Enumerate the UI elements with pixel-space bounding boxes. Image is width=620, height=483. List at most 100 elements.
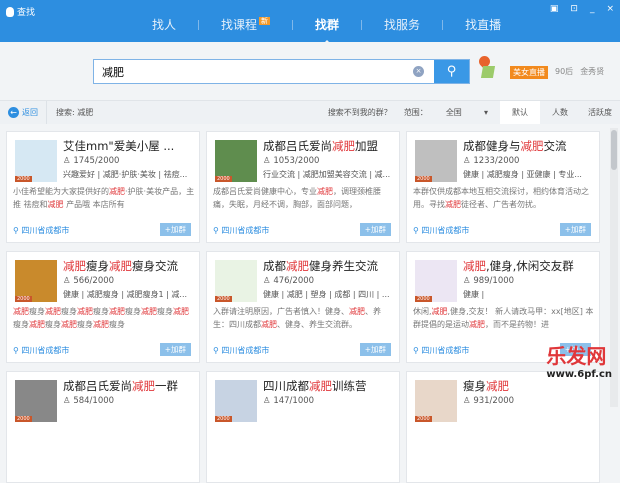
group-avatar[interactable]: 2000 [15,260,57,302]
keyword-highlight: 减肥 [141,307,157,316]
group-avatar[interactable]: 2000 [415,260,457,302]
group-card[interactable]: 2000 瘦身减肥 ♙ 931/2000 [406,371,600,483]
scrollbar-thumb[interactable] [611,130,617,170]
group-title[interactable]: 成都减肥健身养生交流 [263,258,398,274]
member-count: ♙ 1053/2000 [263,156,319,166]
keyword-highlight: 减肥 [132,379,155,393]
back-button[interactable]: ← 返回 [0,101,47,124]
location-text: 四川省成都市 [21,226,70,235]
new-badge: 新 [259,17,271,25]
keyword-highlight: 减肥 [109,187,125,196]
group-card[interactable]: 2000 成都健身与减肥交流 ♙ 1233/2000 健康 | 减肥瘦身 | 亚… [406,131,600,243]
group-card[interactable]: 2000 成都吕氏爱尚减肥加盟 ♙ 1053/2000 行业交流 | 减肥加盟美… [206,131,400,243]
tab-find-course[interactable]: 找课程新 [199,16,292,33]
location-text: 四川省成都市 [421,226,470,235]
search-button[interactable]: ⚲ [434,60,469,83]
search-query: 搜索: 减肥 [56,108,94,117]
watermark: 乐发网 www.6pf.cn [546,340,612,380]
group-title[interactable]: 减肥瘦身减肥瘦身交流 [63,258,198,274]
group-title[interactable]: 成都吕氏爱尚减肥加盟 [263,138,398,154]
tab-find-service[interactable]: 找服务 [362,16,442,33]
members-icon: ♙ [263,396,274,406]
back-arrow-icon: ← [8,107,19,118]
not-found-link[interactable]: 搜索不到我的群？ [322,107,398,118]
group-avatar[interactable]: 2000 [215,380,257,422]
group-avatar[interactable]: 2000 [15,140,57,182]
level-badge: 2000 [415,296,432,302]
member-count-text: 566/2000 [73,276,115,286]
level-badge: 2000 [15,416,32,422]
keyword-highlight: 减肥 [45,307,61,316]
search-icon: ⚲ [446,64,457,79]
group-avatar[interactable]: 2000 [215,260,257,302]
join-group-button[interactable]: +加群 [159,343,191,356]
search-input[interactable] [94,60,403,83]
location-map-icon[interactable] [478,56,494,78]
keyword-highlight: 减肥 [469,320,485,329]
group-results: 2000 艾佳mm"爱美小屋 ... ♙ 1745/2000 兴趣爱好 | 减肥… [6,131,606,483]
sort-members[interactable]: 人数 [540,101,580,124]
result-toolbar: ← 返回 搜索: 减肥 搜索不到我的群？ 范围： 全国 ▾ 默认 人数 活跃度 [0,100,620,124]
group-card[interactable]: 2000 艾佳mm"爱美小屋 ... ♙ 1745/2000 兴趣爱好 | 减肥… [6,131,200,243]
group-description: 小佳希望能为大家提供好的减肥·护肤·美妆产品，主推 祛痘和减肥 产品哦 本店所有 [13,187,195,209]
group-tags: 健康 | 减肥瘦身 | 亚健康 | 专业... [463,170,582,179]
members-icon: ♙ [463,156,474,166]
sort-default[interactable]: 默认 [500,101,540,124]
join-group-button[interactable]: +加群 [159,223,191,236]
members-icon: ♙ [463,276,474,286]
group-card[interactable]: 2000 减肥瘦身减肥瘦身交流 ♙ 566/2000 健康 | 减肥瘦身 | 减… [6,251,200,363]
range-select[interactable]: 全国 ▾ [434,107,500,118]
group-card[interactable]: 2000 成都吕氏爱尚减肥一群 ♙ 584/1000 [6,371,200,483]
group-card[interactable]: 2000 成都减肥健身养生交流 ♙ 476/2000 健康 | 减肥 | 塑身 … [206,251,400,363]
group-avatar[interactable]: 2000 [15,380,57,422]
group-description: 本群仅供成都本地互相交流探讨，相约体育活动之用。寻找减肥徒径者、广告者勿扰。 [413,187,589,209]
group-description: 减肥瘦身减肥瘦身减肥瘦身减肥瘦身减肥瘦身减肥瘦身减肥瘦身减肥瘦身减肥瘦身 [13,307,189,329]
member-count: ♙ 147/1000 [263,396,314,406]
group-title[interactable]: 瘦身减肥 [463,378,598,394]
tab-find-group[interactable]: 找群 [293,16,361,45]
member-count-text: 147/1000 [273,396,315,406]
group-title[interactable]: 减肥,健身,休闲交友群 [463,258,598,274]
group-location: ⚲ 四川省成都市 [213,345,269,356]
skin-icon[interactable]: ⊡ [570,4,578,14]
group-card[interactable]: 2000 四川成都减肥训练营 ♙ 147/1000 [206,371,400,483]
sort-activity[interactable]: 活跃度 [580,101,620,124]
hot-tag[interactable]: 90后 [555,66,573,79]
group-avatar[interactable]: 2000 [215,140,257,182]
tab-find-people[interactable]: 找人 [130,16,198,33]
member-count-text: 931/2000 [473,396,515,406]
level-badge: 2000 [415,416,432,422]
window-controls: ▣ ⊡ _ × [550,4,614,14]
hot-tags: 美女直播 90后 金秀贤 [510,66,604,79]
join-group-button[interactable]: +加群 [359,223,391,236]
hot-tag[interactable]: 金秀贤 [580,66,604,79]
member-count: ♙ 931/2000 [463,396,514,406]
search-box: × ⚲ [93,59,470,84]
members-icon: ♙ [63,276,74,286]
feedback-icon[interactable]: ▣ [550,4,559,14]
member-count-text: 476/2000 [273,276,315,286]
hot-tag-live[interactable]: 美女直播 [510,66,548,79]
join-group-button[interactable]: +加群 [559,223,591,236]
level-badge: 2000 [215,176,232,182]
group-title[interactable]: 成都健身与减肥交流 [463,138,598,154]
minimize-button[interactable]: _ [590,4,595,14]
close-button[interactable]: × [606,4,614,14]
app-title-text: 查找 [17,8,36,18]
clear-icon[interactable]: × [413,66,424,77]
group-title[interactable]: 四川成都减肥训练营 [263,378,398,394]
level-badge: 2000 [15,296,32,302]
level-badge: 2000 [15,176,32,182]
member-count-text: 1745/2000 [73,156,120,166]
keyword-highlight: 减肥 [93,320,109,329]
group-title[interactable]: 成都吕氏爱尚减肥一群 [63,378,198,394]
join-group-button[interactable]: +加群 [359,343,391,356]
watermark-text: 乐发网 [546,344,607,368]
group-title[interactable]: 艾佳mm"爱美小屋 ... [63,138,198,154]
tab-find-live[interactable]: 找直播 [443,16,523,33]
keyword-highlight: 减肥 [261,320,277,329]
group-avatar[interactable]: 2000 [415,380,457,422]
group-location: ⚲ 四川省成都市 [213,225,269,236]
qq-logo-icon [6,6,14,17]
group-avatar[interactable]: 2000 [415,140,457,182]
